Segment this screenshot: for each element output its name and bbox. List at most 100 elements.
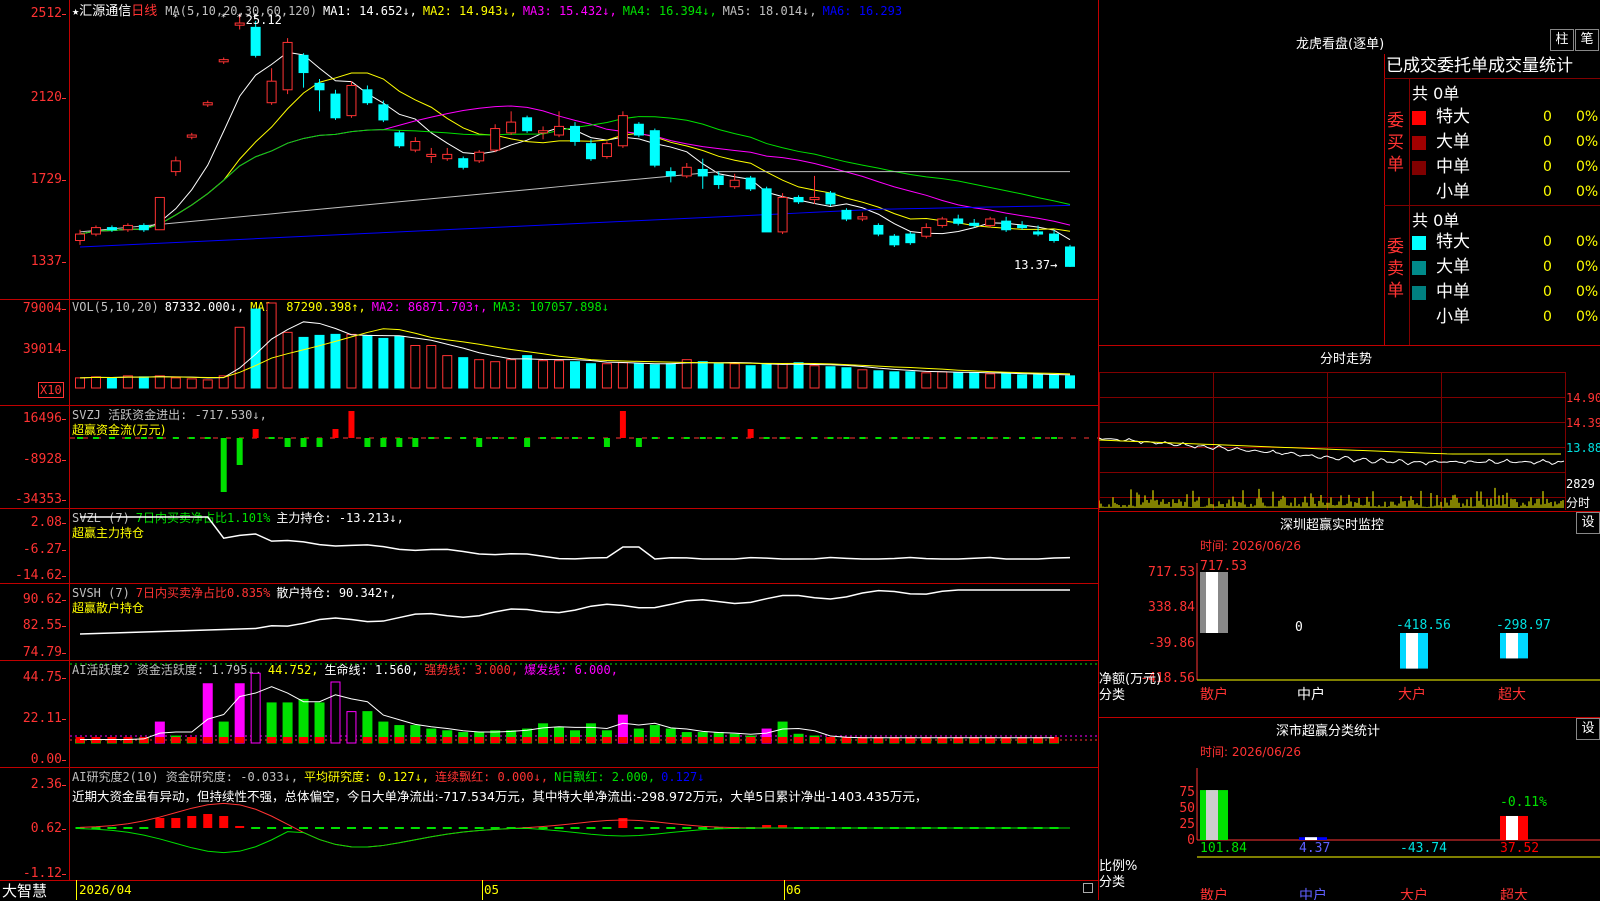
flow-bar[interactable]	[716, 437, 722, 439]
candle[interactable]	[347, 81, 356, 118]
flow-bar[interactable]	[189, 437, 195, 439]
volume-bar[interactable]	[826, 367, 835, 388]
flow-bar[interactable]	[237, 438, 243, 465]
research-bar[interactable]	[682, 827, 691, 829]
svsh-chart[interactable]	[70, 584, 1098, 660]
volume-bar[interactable]	[507, 360, 516, 388]
volume-bar[interactable]	[1050, 375, 1059, 388]
candlestick-chart[interactable]: 25.12 13.37→ * * * *	[70, 0, 1098, 299]
volume-bar[interactable]	[602, 364, 611, 388]
volume-bar[interactable]	[347, 334, 356, 388]
flow-bar[interactable]	[364, 438, 370, 447]
candle[interactable]	[267, 68, 276, 105]
flow-bar[interactable]	[827, 437, 833, 439]
research-bar[interactable]	[363, 827, 372, 829]
net-bar[interactable]	[1200, 572, 1228, 633]
flow-bar[interactable]	[923, 437, 929, 439]
research-bar[interactable]	[586, 827, 595, 829]
event-marker[interactable]: *	[173, 13, 178, 23]
event-marker[interactable]: *	[253, 13, 258, 23]
candle[interactable]	[155, 197, 164, 229]
net-bar[interactable]	[1500, 633, 1528, 658]
flow-bar[interactable]	[524, 438, 530, 447]
candle[interactable]	[890, 234, 899, 247]
candle[interactable]	[379, 101, 388, 123]
candle[interactable]	[443, 148, 452, 161]
flow-bar[interactable]	[492, 437, 498, 439]
flow-bar[interactable]	[380, 438, 386, 447]
candle[interactable]	[91, 225, 100, 236]
volume-bar[interactable]	[203, 380, 212, 388]
volume-bar[interactable]	[1002, 374, 1011, 388]
sz-monitor-chart[interactable]: 717.53338.84-39.86-418.56717.53散户0中户-418…	[1099, 555, 1600, 717]
research-bar[interactable]	[139, 827, 148, 829]
candle[interactable]	[331, 90, 340, 120]
candle[interactable]	[858, 213, 867, 222]
flow-bar[interactable]	[732, 437, 738, 439]
activity-bar[interactable]	[235, 684, 244, 743]
research-bar[interactable]	[123, 827, 132, 829]
candle[interactable]	[586, 139, 595, 161]
flow-bar[interactable]	[1019, 437, 1025, 439]
volume-bar[interactable]	[586, 364, 595, 388]
activity-bar[interactable]	[315, 703, 324, 743]
volume-bar[interactable]	[555, 361, 564, 388]
flow-bar[interactable]	[875, 437, 881, 439]
volume-bar[interactable]	[491, 362, 500, 388]
flow-bar[interactable]	[588, 437, 594, 439]
volume-bar[interactable]	[1018, 375, 1027, 388]
flow-bar[interactable]	[780, 437, 786, 439]
research-bar[interactable]	[315, 827, 324, 829]
activity-bar[interactable]	[267, 703, 276, 743]
research-bar[interactable]	[475, 827, 484, 829]
candle[interactable]	[427, 148, 436, 163]
candle[interactable]	[363, 85, 372, 104]
flow-bar[interactable]	[764, 437, 770, 439]
volume-bar[interactable]	[235, 327, 244, 388]
flow-bar[interactable]	[460, 437, 466, 439]
flow-bar[interactable]	[77, 437, 83, 439]
net-bar[interactable]	[1400, 633, 1428, 669]
research-bar[interactable]	[427, 827, 436, 829]
candle[interactable]	[618, 111, 627, 148]
research-bar[interactable]	[602, 827, 611, 829]
volume-bar[interactable]	[411, 346, 420, 389]
flow-bar[interactable]	[332, 429, 338, 438]
flow-bar[interactable]	[93, 437, 99, 439]
candle[interactable]	[523, 116, 532, 133]
candle[interactable]	[666, 167, 675, 182]
candle[interactable]	[746, 176, 755, 191]
volume-bar[interactable]	[1066, 376, 1075, 388]
volume-bar[interactable]	[938, 372, 947, 388]
flow-bar[interactable]	[540, 437, 546, 439]
sz-class-settings-button[interactable]: 设	[1576, 718, 1600, 740]
svzj-chart[interactable]	[70, 406, 1098, 508]
candle[interactable]	[938, 217, 947, 228]
research-bar[interactable]	[171, 818, 180, 828]
volume-bar[interactable]	[427, 346, 436, 389]
flow-bar[interactable]	[141, 437, 147, 439]
candle[interactable]	[459, 157, 468, 170]
ai2-chart[interactable]	[70, 768, 1098, 880]
volume-bar[interactable]	[954, 373, 963, 388]
flow-bar[interactable]	[796, 437, 802, 439]
flow-bar[interactable]	[652, 437, 658, 439]
candle[interactable]	[906, 232, 915, 245]
flow-bar[interactable]	[668, 437, 674, 439]
research-bar[interactable]	[331, 827, 340, 829]
candle[interactable]	[794, 195, 803, 204]
candle[interactable]	[778, 193, 787, 234]
volume-bar[interactable]	[666, 364, 675, 388]
research-bar[interactable]	[299, 827, 308, 829]
volume-bar[interactable]	[251, 309, 260, 388]
flow-bar[interactable]	[125, 437, 131, 439]
candle[interactable]	[203, 101, 212, 107]
flow-bar[interactable]	[971, 437, 977, 439]
candle[interactable]	[507, 111, 516, 135]
candle[interactable]	[922, 223, 931, 238]
volume-bar[interactable]	[778, 364, 787, 388]
volume-bar[interactable]	[523, 356, 532, 388]
event-marker[interactable]: *	[221, 13, 226, 23]
research-bar[interactable]	[219, 816, 228, 828]
candle[interactable]	[874, 223, 883, 236]
